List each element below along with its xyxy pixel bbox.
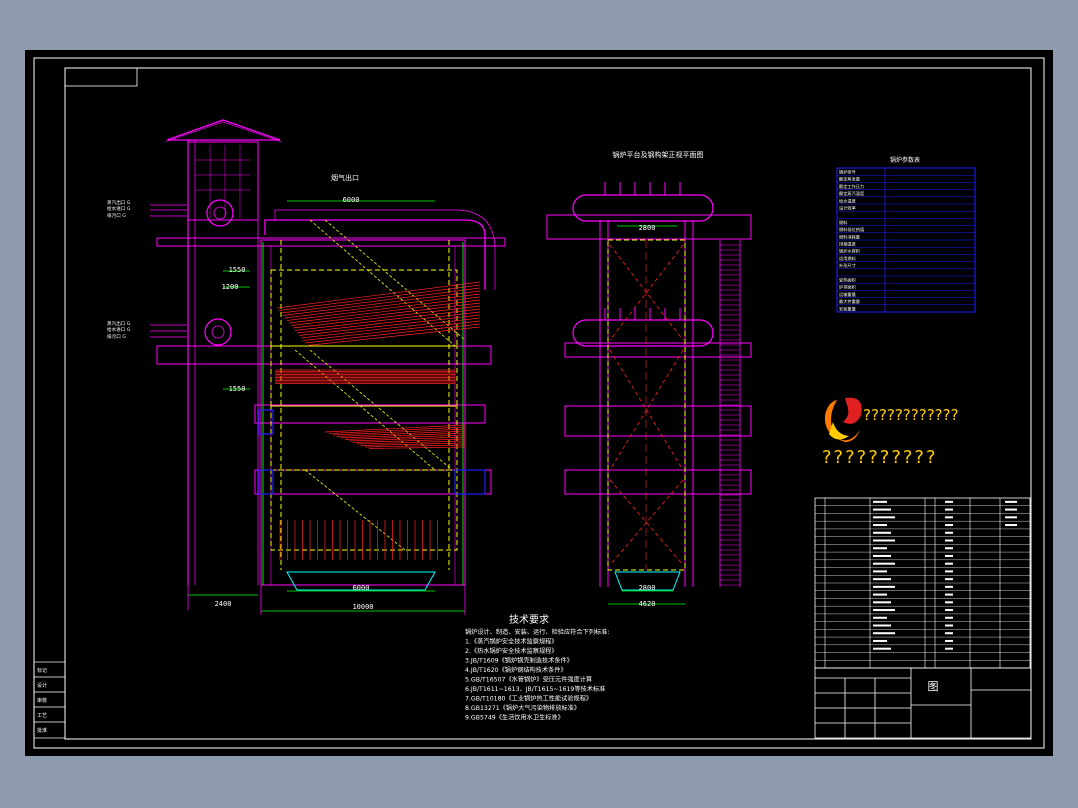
tech-note-line: 9.GB5749《生活饮用水卫生标准》 (465, 714, 564, 722)
dim-side-level3: 1550 (229, 385, 246, 393)
dim-front-top: 2800 (639, 224, 656, 232)
drum-nozzles (604, 182, 681, 320)
side-view-label: 烟气出口 (331, 173, 359, 182)
revision-label: 批准 (37, 727, 47, 734)
param-row-label: 燃料 (839, 219, 848, 226)
title-block (814, 667, 1032, 739)
revision-label: 工艺 (37, 713, 47, 719)
cad-drawing: 标记设计审核工艺批准 6000 1550 1200 1550 6000 1000… (33, 57, 1045, 749)
param-row-label: 受热面积 (839, 277, 856, 284)
param-row-label: 安装重量 (839, 305, 856, 312)
param-row-label: 锅炉水容积 (839, 248, 860, 255)
param-row-label: 炉排面积 (839, 284, 856, 291)
dim-side-top-width: 6000 (343, 196, 360, 204)
pipe-label: 给水进口 G (107, 326, 131, 333)
watermark-logo (824, 397, 862, 442)
dim-side-bottom-outer: 10000 (352, 603, 373, 611)
watermark-sub-text: ?????????? (822, 447, 938, 468)
param-row-label: 锅炉型号 (839, 169, 856, 176)
param-row-label: 适用燃料 (839, 255, 857, 262)
param-row-label: 给水温度 (839, 197, 857, 204)
title-block-drawing-title: 图 (928, 680, 939, 693)
param-table-title: 锅炉参数表 (890, 156, 920, 164)
tech-note-line: 7.GB/T10180《工业锅炉热工性能试验规程》 (465, 695, 592, 703)
param-row-label: 设计效率 (839, 205, 856, 212)
dim-side-level2: 1200 (222, 283, 239, 291)
param-row-label: 燃料低位热值 (839, 226, 864, 233)
param-row-label: 外形尺寸 (839, 262, 856, 269)
parts-list (814, 497, 1031, 669)
param-row-label: 燃料消耗量 (839, 233, 860, 240)
drawing-sheet: 标记 设计 审核 工艺 批准 6000 1550 1200 1550 6000 … (25, 50, 1053, 756)
dim-side-bottom-inner: 6000 (353, 584, 370, 592)
param-row-label: 额定工作压力 (839, 183, 864, 190)
dim-side-level1: 1550 (229, 266, 246, 274)
tech-note-line: 4.JB/T1620《锅炉钢结构技术条件》 (465, 666, 567, 674)
dim-front-bottom-outer: 4620 (639, 600, 656, 608)
param-table (836, 167, 976, 313)
param-row-label: 最大件重量 (839, 298, 860, 305)
front-view-title: 锅炉平台及钢构架正视平面图 (613, 150, 704, 159)
pipe-label: 蒸汽出口 G (107, 199, 131, 206)
pipe-label: 给水进口 G (107, 205, 131, 212)
tech-notes-lines: 锅炉设计、制造、安装、运行、检验应符合下列标准: 1.《蒸汽锅炉安全技术监察规程》… (465, 628, 609, 722)
param-table-labels: 锅炉型号额定蒸发量额定工作压力额定蒸汽温度给水温度设计效率燃料燃料低位热值燃料消… (839, 169, 865, 313)
param-row-label: 排烟温度 (839, 241, 857, 248)
tech-note-line: 2.《热水锅炉安全技术监察规程》 (465, 647, 558, 655)
revision-label: 审核 (37, 697, 47, 704)
pipe-label: 排污口 G (107, 212, 126, 219)
pipe-label: 蒸汽出口 G (107, 320, 131, 327)
tech-note-line: 5.GB/T16507《水管锅炉》受压元件强度计算 (465, 676, 592, 684)
front-view (546, 182, 752, 605)
tech-note-line: 锅炉设计、制造、安装、运行、检验应符合下列标准: (465, 628, 609, 636)
dim-side-left-base: 2400 (215, 600, 232, 608)
pipe-label: 排污口 G (107, 333, 126, 340)
side-view (150, 119, 506, 615)
tech-note-line: 8.GB13271《锅炉大气污染物排放标准》 (465, 704, 580, 712)
tech-note-line: 3.JB/T1609《锅炉锅壳制造技术条件》 (465, 657, 573, 665)
param-row-label: 额定蒸汽温度 (839, 190, 865, 197)
left-pipe-labels: 蒸汽出口 G给水进口 G排污口 G蒸汽出口 G给水进口 G排污口 G (107, 199, 131, 340)
param-row-label: 运输重量 (839, 291, 856, 298)
tech-note-line: 6.JB/T1611~1613、JB/T1615~1619等技术标准 (465, 685, 605, 693)
revision-label: 设计 (37, 682, 47, 689)
param-row-label: 额定蒸发量 (839, 176, 860, 183)
ladder-rungs (720, 244, 740, 586)
corner-tag-box (64, 67, 138, 87)
dim-front-bottom-inner: 2800 (639, 584, 656, 592)
revision-label: 标记 (37, 667, 47, 674)
tech-note-line: 1.《蒸汽锅炉安全技术监察规程》 (465, 638, 558, 646)
watermark-logo-text: ???????????? (863, 406, 959, 424)
tech-notes-title: 技术要求 (509, 613, 549, 626)
